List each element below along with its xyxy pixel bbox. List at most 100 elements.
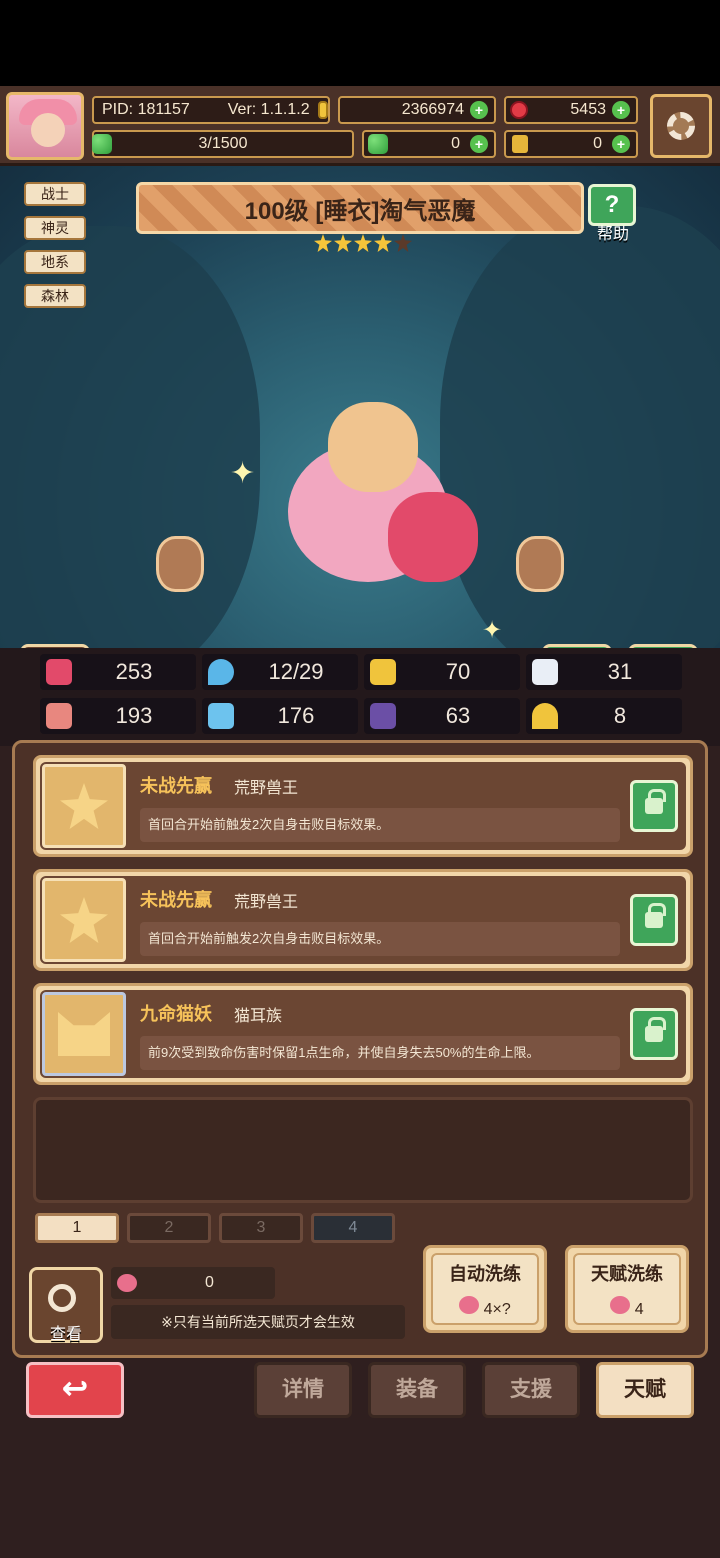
heart-icon	[46, 659, 72, 685]
mana-drop-icon	[208, 659, 234, 685]
lock-button[interactable]	[630, 1008, 678, 1060]
tag-faction: 森林	[24, 284, 86, 308]
stat-luck: 8	[526, 698, 682, 734]
stat-magic: 176	[202, 698, 358, 734]
talent-refine-cost: 4	[568, 1296, 686, 1319]
talent-desc: 首回合开始前触发2次自身击败目标效果。	[140, 808, 620, 842]
top-bar: PID: 181157 Ver: 1.1.1.2 2366974 + 5453 …	[0, 86, 720, 166]
talent-source: 荒野兽王	[234, 894, 299, 911]
lock-icon	[645, 1017, 666, 1042]
tab-page-2[interactable]: 2	[127, 1213, 211, 1243]
add-key-icon[interactable]: +	[612, 135, 630, 153]
sparkle-icon: ✦	[230, 457, 256, 490]
talent-card[interactable]: 九命猫妖 猫耳族 前9次受到致命伤害时保留1点生命，并使自身失去50%的生命上限…	[33, 983, 693, 1085]
gem-display: 5453 +	[504, 96, 638, 124]
teddy-bear	[388, 492, 478, 582]
help-button[interactable]: ? 帮助	[588, 184, 638, 243]
stat-value: 253	[115, 659, 153, 684]
tab-page-4[interactable]: 4	[311, 1213, 395, 1243]
avatar-face	[31, 113, 65, 147]
tab-page-1[interactable]: 1	[35, 1213, 119, 1243]
tab-details[interactable]: 详情	[254, 1362, 352, 1418]
talent-page-tabs: 1 2 3 4	[35, 1213, 395, 1243]
rune-badge-right-icon	[516, 536, 564, 592]
talent-card[interactable]: 未战先赢 荒野兽王 首回合开始前触发2次自身击败目标效果。	[33, 869, 693, 971]
lock-icon	[645, 789, 666, 814]
star-empty-icon	[394, 234, 412, 252]
magnifier-icon	[48, 1284, 76, 1312]
view-button[interactable]: 查看	[29, 1267, 103, 1343]
tab-support[interactable]: 支援	[482, 1362, 580, 1418]
hero-scene: 战士 神灵 地系 森林 100级 [睡衣]淘气恶魔 ? 帮助 ✦ ✦ ✦	[0, 166, 720, 728]
stat-value: 176	[277, 703, 315, 728]
peach-icon	[459, 1296, 480, 1314]
talent-refine-cost-value: 4	[634, 1301, 644, 1318]
pid-version-bar: PID: 181157 Ver: 1.1.1.2	[92, 96, 330, 124]
add-gold-icon[interactable]: +	[470, 101, 488, 119]
lock-button[interactable]	[630, 894, 678, 946]
pid-text: PID: 181157	[102, 101, 190, 118]
energy-bar: 3/1500	[92, 130, 354, 158]
auto-refine-label: 自动洗练	[449, 1264, 521, 1284]
stat-speed: 31	[526, 654, 682, 690]
peach-icon	[610, 1296, 631, 1314]
auto-refine-button[interactable]: 自动洗练 4×?	[423, 1245, 547, 1333]
stat-resist: 63	[364, 698, 520, 734]
star-icon	[60, 897, 108, 943]
stat-value: 70	[445, 659, 471, 684]
gem-value: 5453	[570, 101, 606, 118]
coin-icon	[317, 101, 328, 119]
lock-button[interactable]	[630, 780, 678, 832]
peach-counter: 0	[111, 1267, 275, 1299]
talent-thumb	[42, 992, 126, 1076]
key-value: 0	[593, 135, 602, 152]
peach-count: 0	[205, 1274, 214, 1291]
lock-icon	[645, 903, 666, 928]
tab-page-3[interactable]: 3	[219, 1213, 303, 1243]
player-avatar[interactable]	[6, 92, 84, 160]
talent-name: 未战先赢	[140, 890, 212, 910]
screen: PID: 181157 Ver: 1.1.1.2 2366974 + 5453 …	[0, 0, 720, 1558]
tag-class: 战士	[24, 182, 86, 206]
hero-head	[328, 402, 418, 492]
stat-mana: 12/29	[202, 654, 358, 690]
tab-talent[interactable]: 天赋	[596, 1362, 694, 1418]
talent-panel: 未战先赢 荒野兽王 首回合开始前触发2次自身击败目标效果。 未战先赢 荒野兽王 …	[12, 740, 708, 1358]
talent-thumb	[42, 878, 126, 962]
tab-equipment[interactable]: 装备	[368, 1362, 466, 1418]
clover-icon	[368, 134, 388, 154]
settings-button[interactable]	[650, 94, 712, 158]
talent-card[interactable]: 未战先赢 荒野兽王 首回合开始前触发2次自身击败目标效果。	[33, 755, 693, 857]
add-clover-icon[interactable]: +	[470, 135, 488, 153]
talent-refine-button[interactable]: 天赋洗练 4	[565, 1245, 689, 1333]
talent-source: 荒野兽王	[234, 780, 299, 797]
stat-value: 193	[115, 703, 153, 728]
wing-icon	[532, 659, 558, 685]
stat-value: 12/29	[268, 659, 324, 684]
clover-value: 0	[451, 135, 460, 152]
game-view: PID: 181157 Ver: 1.1.1.2 2366974 + 5453 …	[0, 86, 720, 1558]
add-gem-icon[interactable]: +	[612, 101, 630, 119]
cat-icon	[58, 1012, 110, 1056]
auto-refine-cost-value: 4×?	[483, 1301, 511, 1318]
back-button[interactable]: ↩	[26, 1362, 124, 1418]
tag-race: 神灵	[24, 216, 86, 240]
shield-icon	[370, 659, 396, 685]
tag-element: 地系	[24, 250, 86, 274]
stat-attack: 193	[40, 698, 196, 734]
talent-name: 九命猫妖	[140, 1004, 212, 1024]
star-icon	[354, 234, 372, 252]
key-display: 0 +	[504, 130, 638, 158]
view-label: 查看	[49, 1326, 82, 1343]
key-icon	[512, 135, 528, 153]
gold-display: 2366974 +	[338, 96, 496, 124]
talent-thumb	[42, 764, 126, 848]
stat-hp: 253	[40, 654, 196, 690]
stat-defense: 70	[364, 654, 520, 690]
talent-desc: 首回合开始前触发2次自身击败目标效果。	[140, 922, 620, 956]
star-icon	[314, 234, 332, 252]
stats-panel: 253 12/29 70 31 193 176 63 8	[0, 648, 720, 746]
fist-icon	[46, 703, 72, 729]
stat-value: 63	[445, 703, 471, 728]
hero-title: 100级 [睡衣]淘气恶魔	[244, 197, 476, 225]
